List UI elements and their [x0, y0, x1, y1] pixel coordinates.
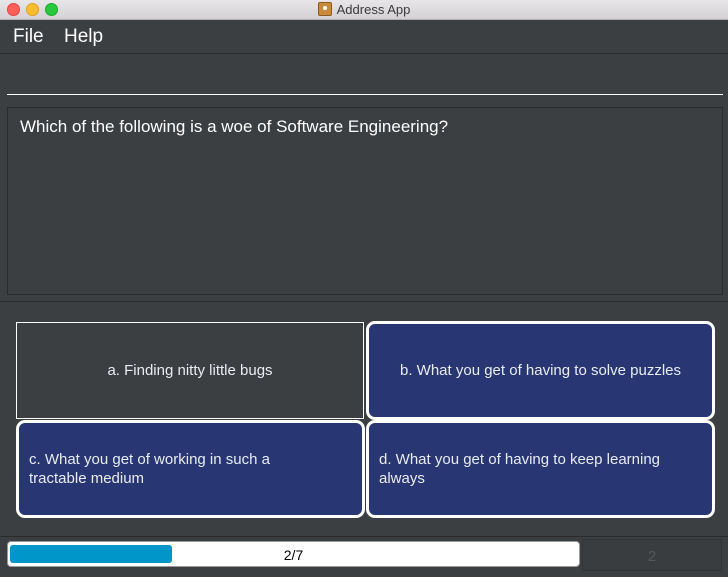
progress-label: 2/7	[283, 547, 304, 563]
option-c-button[interactable]: c. What you get of working in such a tra…	[16, 420, 365, 518]
option-d-label: d. What you get of having to keep learni…	[379, 451, 661, 487]
menu-bar: File Help	[0, 20, 728, 54]
window-titlebar: Address App	[0, 0, 728, 20]
option-a-label: a. Finding nitty little bugs	[107, 362, 273, 379]
status-bar: 2/7 2	[0, 536, 728, 577]
option-a-button[interactable]: a. Finding nitty little bugs	[16, 322, 364, 419]
progress-bar: 2/7	[7, 541, 580, 567]
score-box: 2	[582, 539, 722, 571]
option-b-label: b. What you get of having to solve puzzl…	[400, 362, 681, 379]
question-text: Which of the following is a woe of Softw…	[20, 117, 449, 136]
answer-options: a. Finding nitty little bugs b. What you…	[0, 302, 728, 536]
menu-file[interactable]: File	[13, 26, 44, 48]
score-value: 2	[647, 548, 657, 565]
command-input[interactable]	[7, 55, 723, 95]
option-b-button[interactable]: b. What you get of having to solve puzzl…	[366, 321, 715, 420]
option-d-button[interactable]: d. What you get of having to keep learni…	[366, 420, 715, 518]
window-title-container: Address App	[0, 2, 728, 18]
option-c-label: c. What you get of working in such a tra…	[29, 451, 270, 487]
window-title: Address App	[336, 2, 411, 17]
command-box	[0, 55, 728, 100]
question-panel: Which of the following is a woe of Softw…	[7, 107, 723, 295]
menu-help[interactable]: Help	[64, 26, 103, 48]
address-book-icon	[317, 2, 332, 16]
